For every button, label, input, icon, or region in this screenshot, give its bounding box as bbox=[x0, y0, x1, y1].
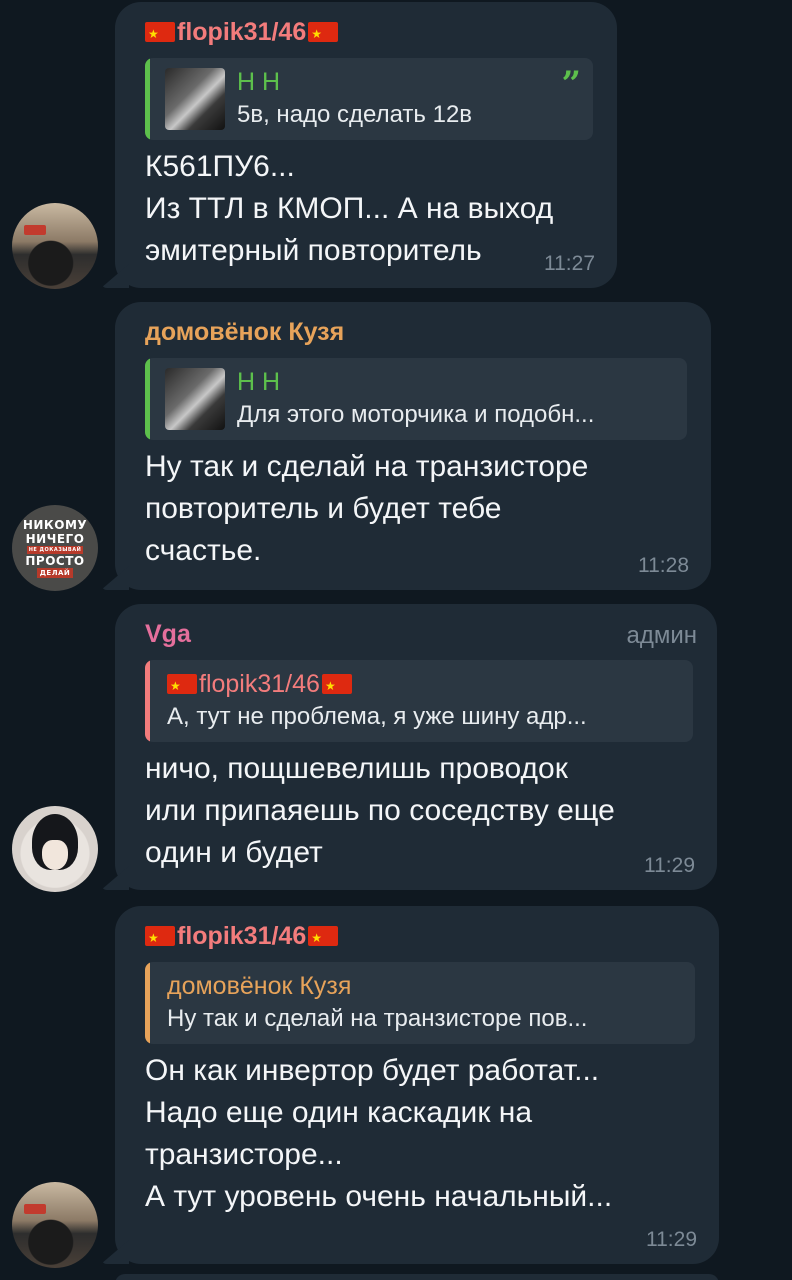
chat-history: flopik31/46 Н Н 5в, надо сделать 12в ” К… bbox=[0, 0, 792, 1280]
bubble-tail bbox=[101, 1240, 129, 1264]
reply-thumbnail-image bbox=[165, 68, 225, 130]
reply-quote[interactable]: flopik31/46 А, тут не проблема, я уже ши… bbox=[145, 660, 693, 742]
message-bubble[interactable]: Vga админ flopik31/46 А, тут не проблема… bbox=[101, 604, 717, 890]
message-time: 11:29 bbox=[644, 854, 695, 877]
message-bubble[interactable]: домовёнок Кузя Н Н Для этого моторчика и… bbox=[101, 302, 711, 590]
message-text: Он как инвертор будет работат... Надо ещ… bbox=[145, 1054, 613, 1213]
reply-quote[interactable]: Н Н 5в, надо сделать 12в ” bbox=[145, 58, 593, 140]
bubble-tail bbox=[101, 264, 129, 288]
message-bubble[interactable]: flopik31/46 Н Н 5в, надо сделать 12в ” К… bbox=[101, 2, 617, 288]
china-flag-icon bbox=[145, 922, 175, 954]
reply-text: Для этого моторчика и подобн... bbox=[237, 401, 595, 428]
message-text: Ну так и сделай на транзисторе повторите… bbox=[145, 450, 589, 567]
reply-author: flopik31/46 bbox=[167, 668, 679, 702]
china-flag-icon bbox=[321, 670, 352, 702]
reply-author: Н Н bbox=[237, 68, 281, 96]
sender-name[interactable]: домовёнок Кузя bbox=[145, 316, 687, 348]
message-time: 11:27 bbox=[544, 252, 595, 275]
china-flag-icon bbox=[167, 670, 197, 702]
message-time: 11:29 bbox=[646, 1228, 697, 1251]
bubble-tail bbox=[101, 566, 129, 590]
sender-name[interactable]: Vga bbox=[145, 618, 693, 650]
reply-quote[interactable]: домовёнок Кузя Ну так и сделай на транзи… bbox=[145, 962, 695, 1044]
sender-name[interactable]: flopik31/46 bbox=[145, 16, 593, 50]
message-text: ничо, пощшевелишь проводок или припаяешь… bbox=[145, 752, 615, 869]
admin-badge: админ bbox=[626, 622, 697, 649]
message-time: 11:28 bbox=[638, 554, 689, 577]
reply-quote[interactable]: Н Н Для этого моторчика и подобн... bbox=[145, 358, 687, 440]
avatar[interactable]: НИКОМУ НИЧЕГО НЕ ДОКАЗЫВАЙ ПРОСТО ДЕЛАЙ bbox=[12, 505, 98, 591]
quote-icon: ” bbox=[561, 64, 581, 104]
message-text: К561ПУ6... Из ТТЛ в КМОП... А на выход э… bbox=[145, 150, 554, 267]
reply-author: Н Н bbox=[237, 368, 281, 396]
reply-text: А, тут не проблема, я уже шину адр... bbox=[167, 703, 587, 730]
china-flag-icon bbox=[145, 18, 175, 50]
reply-text: Ну так и сделай на транзисторе пов... bbox=[167, 1005, 588, 1032]
reply-author: домовёнок Кузя bbox=[167, 972, 352, 1000]
china-flag-icon bbox=[308, 18, 339, 50]
reply-text: 5в, надо сделать 12в bbox=[237, 101, 473, 128]
china-flag-icon bbox=[308, 922, 339, 954]
bubble-tail bbox=[101, 866, 129, 890]
next-message-edge bbox=[115, 1274, 719, 1280]
message-bubble[interactable]: flopik31/46 домовёнок Кузя Ну так и сдел… bbox=[101, 906, 719, 1264]
sender-name[interactable]: flopik31/46 bbox=[145, 920, 695, 954]
reply-thumbnail-image bbox=[165, 368, 225, 430]
avatar[interactable] bbox=[12, 203, 98, 289]
avatar[interactable] bbox=[12, 806, 98, 892]
avatar[interactable] bbox=[12, 1182, 98, 1268]
